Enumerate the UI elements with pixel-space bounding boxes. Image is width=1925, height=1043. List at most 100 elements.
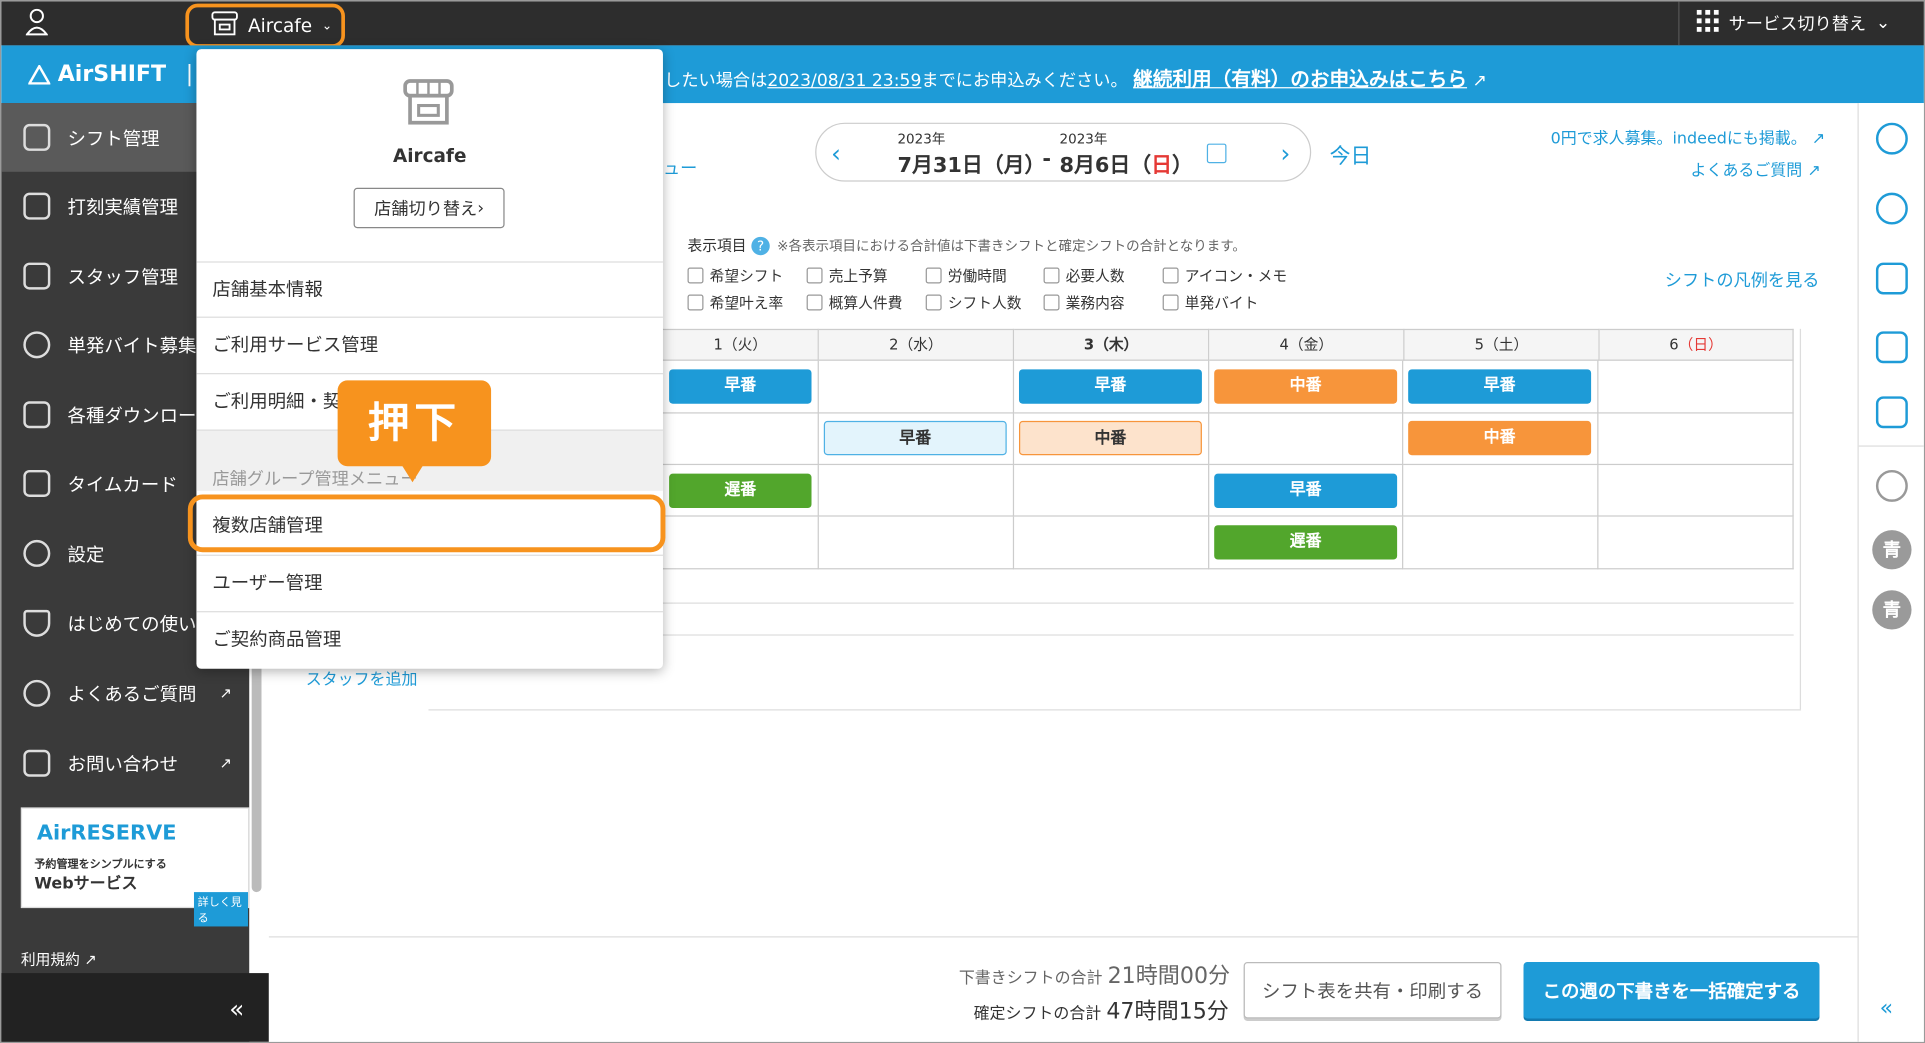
shift-chip[interactable]: 早番 bbox=[1018, 369, 1202, 404]
option-hope-shift[interactable]: 希望シフト bbox=[687, 265, 783, 286]
store-switch-button[interactable]: 店舗切り替え › bbox=[353, 187, 505, 229]
calendar-icon[interactable] bbox=[1206, 143, 1227, 164]
add-user-icon[interactable] bbox=[1875, 192, 1908, 225]
shift-check-icon[interactable] bbox=[1875, 262, 1908, 295]
option-label: アイコン・メモ bbox=[1184, 267, 1288, 285]
airreserve-banner[interactable]: AirRESERVE 予約管理をシンプルにする Webサービス 詳しく見る bbox=[20, 807, 250, 927]
option-labor-cost[interactable]: 概算人件費 bbox=[806, 292, 902, 313]
share-print-button[interactable]: シフト表を共有・印刷する bbox=[1243, 962, 1502, 1019]
end-date-main: 8月6日（ bbox=[1059, 153, 1152, 178]
option-work-hours[interactable]: 労働時間 bbox=[925, 265, 1007, 286]
store-selector-button[interactable]: Aircafe ⌄ bbox=[185, 3, 345, 48]
grid-cell[interactable] bbox=[1598, 465, 1794, 517]
bulk-confirm-button[interactable]: この週の下書きを一括確定する bbox=[1523, 962, 1820, 1019]
option-icon-memo[interactable]: アイコン・メモ bbox=[1162, 265, 1288, 286]
shift-chip[interactable]: 中番 bbox=[1214, 369, 1398, 404]
account-icon[interactable] bbox=[25, 8, 49, 36]
draft-shift-chip[interactable]: 中番 bbox=[1018, 420, 1202, 456]
terms-label: 利用規約 bbox=[20, 951, 80, 969]
chevron-down-icon: ⌄ bbox=[1875, 13, 1891, 34]
info-icon[interactable] bbox=[1875, 122, 1908, 155]
day-number: 4 bbox=[1279, 336, 1289, 354]
checkbox[interactable] bbox=[1043, 294, 1060, 311]
logo-text: AirSHIFT bbox=[57, 61, 167, 88]
gear-icon bbox=[23, 539, 51, 567]
grid-cell[interactable] bbox=[1598, 413, 1794, 466]
double-chevron-left-icon[interactable]: « bbox=[1880, 995, 1894, 1021]
help-icon[interactable]: ? bbox=[751, 236, 770, 256]
shift-chip[interactable]: 遅番 bbox=[1214, 525, 1398, 560]
menu-item-user-management[interactable]: ユーザー管理 bbox=[196, 554, 663, 610]
grid-cell[interactable] bbox=[1014, 516, 1210, 570]
airshift-logo[interactable]: AirSHIFT | bbox=[28, 61, 193, 87]
checkbox[interactable] bbox=[687, 267, 704, 284]
grid-cell[interactable] bbox=[1014, 465, 1210, 517]
menu-item-contract-products[interactable]: ご契約商品管理 bbox=[196, 611, 663, 666]
display-options-title: 表示項目? ※各表示項目における合計値は下書きシフトと確定シフトの合計となります。 bbox=[688, 234, 1246, 256]
banner-more-link[interactable]: 詳しく見る bbox=[193, 892, 248, 927]
grid-icon bbox=[1696, 9, 1719, 37]
start-date: 7月31日（月） bbox=[897, 153, 1046, 178]
checkbox[interactable] bbox=[1043, 267, 1060, 284]
week-navigator: ‹ 2023年 7月31日（月） - 2023年 8月6日（日） › bbox=[815, 122, 1312, 182]
sidebar-collapse-button[interactable]: « bbox=[1, 973, 269, 1042]
option-shift-count[interactable]: シフト人数 bbox=[925, 292, 1022, 313]
checkbox[interactable] bbox=[687, 294, 704, 311]
sidebar-item-contact[interactable]: お問い合わせ ↗ bbox=[1, 729, 249, 798]
grid-cell[interactable] bbox=[1598, 516, 1794, 570]
shift-request-icon[interactable] bbox=[1875, 331, 1908, 364]
shift-confirm-icon[interactable] bbox=[1875, 396, 1908, 429]
avatar[interactable]: 青 bbox=[1872, 530, 1912, 570]
option-label: シフト人数 bbox=[947, 294, 1022, 312]
checkbox[interactable] bbox=[925, 294, 942, 311]
continue-subscription-link[interactable]: 継続利用（有料）のお申込みはこちら bbox=[1133, 67, 1467, 90]
service-switch-button[interactable]: サービス切り替え ⌄ bbox=[1678, 1, 1924, 46]
grid-cell[interactable] bbox=[818, 360, 1015, 414]
option-required-count[interactable]: 必要人数 bbox=[1043, 265, 1125, 286]
grid-cell[interactable] bbox=[1403, 465, 1599, 517]
checkbox[interactable] bbox=[1162, 267, 1179, 284]
menu-item-store-info[interactable]: 店舗基本情報 bbox=[196, 261, 663, 316]
grid-cell[interactable] bbox=[1403, 516, 1599, 570]
day-header-today: 3（木） bbox=[1014, 328, 1210, 361]
sidebar-item-faq[interactable]: よくあるご質問 ↗ bbox=[1, 659, 249, 728]
grid-cell[interactable] bbox=[1598, 360, 1794, 414]
end-year: 2023年 bbox=[1059, 131, 1108, 148]
draft-shift-chip[interactable]: 早番 bbox=[823, 420, 1007, 456]
add-staff-link[interactable]: スタッフを追加 bbox=[306, 666, 418, 689]
shift-chip[interactable]: 早番 bbox=[1214, 473, 1398, 509]
today-button[interactable]: 今日 bbox=[1330, 139, 1372, 170]
grid-cell[interactable] bbox=[818, 516, 1015, 570]
shift-chip[interactable]: 中番 bbox=[1408, 420, 1592, 456]
option-task[interactable]: 業務内容 bbox=[1043, 292, 1125, 313]
option-sales-budget[interactable]: 売上予算 bbox=[806, 265, 888, 286]
checkbox[interactable] bbox=[806, 267, 823, 284]
shift-legend-link[interactable]: シフトの凡例を見る bbox=[1665, 268, 1820, 293]
chevron-down-icon: ⌄ bbox=[321, 19, 333, 33]
chat-icon[interactable] bbox=[1875, 469, 1908, 502]
grid-cell[interactable] bbox=[662, 413, 819, 466]
menu-item-service-management[interactable]: ご利用サービス管理 bbox=[196, 316, 663, 372]
checkbox[interactable] bbox=[806, 294, 823, 311]
option-hope-rate[interactable]: 希望叶え率 bbox=[687, 292, 783, 313]
checkbox[interactable] bbox=[925, 267, 942, 284]
faq-link[interactable]: よくあるご質問 ↗ bbox=[1691, 157, 1821, 180]
day-weekday: （木） bbox=[1094, 336, 1139, 354]
dropdown-store-name: Aircafe bbox=[392, 144, 467, 167]
grid-cell[interactable] bbox=[662, 516, 819, 570]
grid-cell[interactable] bbox=[818, 465, 1015, 517]
menu-link-partial[interactable]: ュー bbox=[663, 156, 697, 181]
chevron-right-icon[interactable]: › bbox=[1280, 139, 1290, 168]
shift-chip[interactable]: 早番 bbox=[669, 369, 812, 404]
external-link-icon: ↗ bbox=[219, 684, 233, 702]
option-one-off-job[interactable]: 単発バイト bbox=[1162, 292, 1258, 313]
avatar[interactable]: 青 bbox=[1872, 590, 1912, 630]
recruit-link[interactable]: 0円で求人募集。indeedにも掲載。 ↗ bbox=[1551, 125, 1826, 148]
draft-total: 下書きシフトの合計 21時間00分 bbox=[959, 958, 1230, 990]
terms-link[interactable]: 利用規約 ↗ bbox=[21, 949, 97, 970]
chevron-left-icon[interactable]: ‹ bbox=[831, 139, 841, 168]
grid-cell[interactable] bbox=[1209, 413, 1404, 466]
checkbox[interactable] bbox=[1162, 294, 1179, 311]
shift-chip[interactable]: 遅番 bbox=[669, 473, 812, 509]
shift-chip[interactable]: 早番 bbox=[1408, 369, 1592, 404]
